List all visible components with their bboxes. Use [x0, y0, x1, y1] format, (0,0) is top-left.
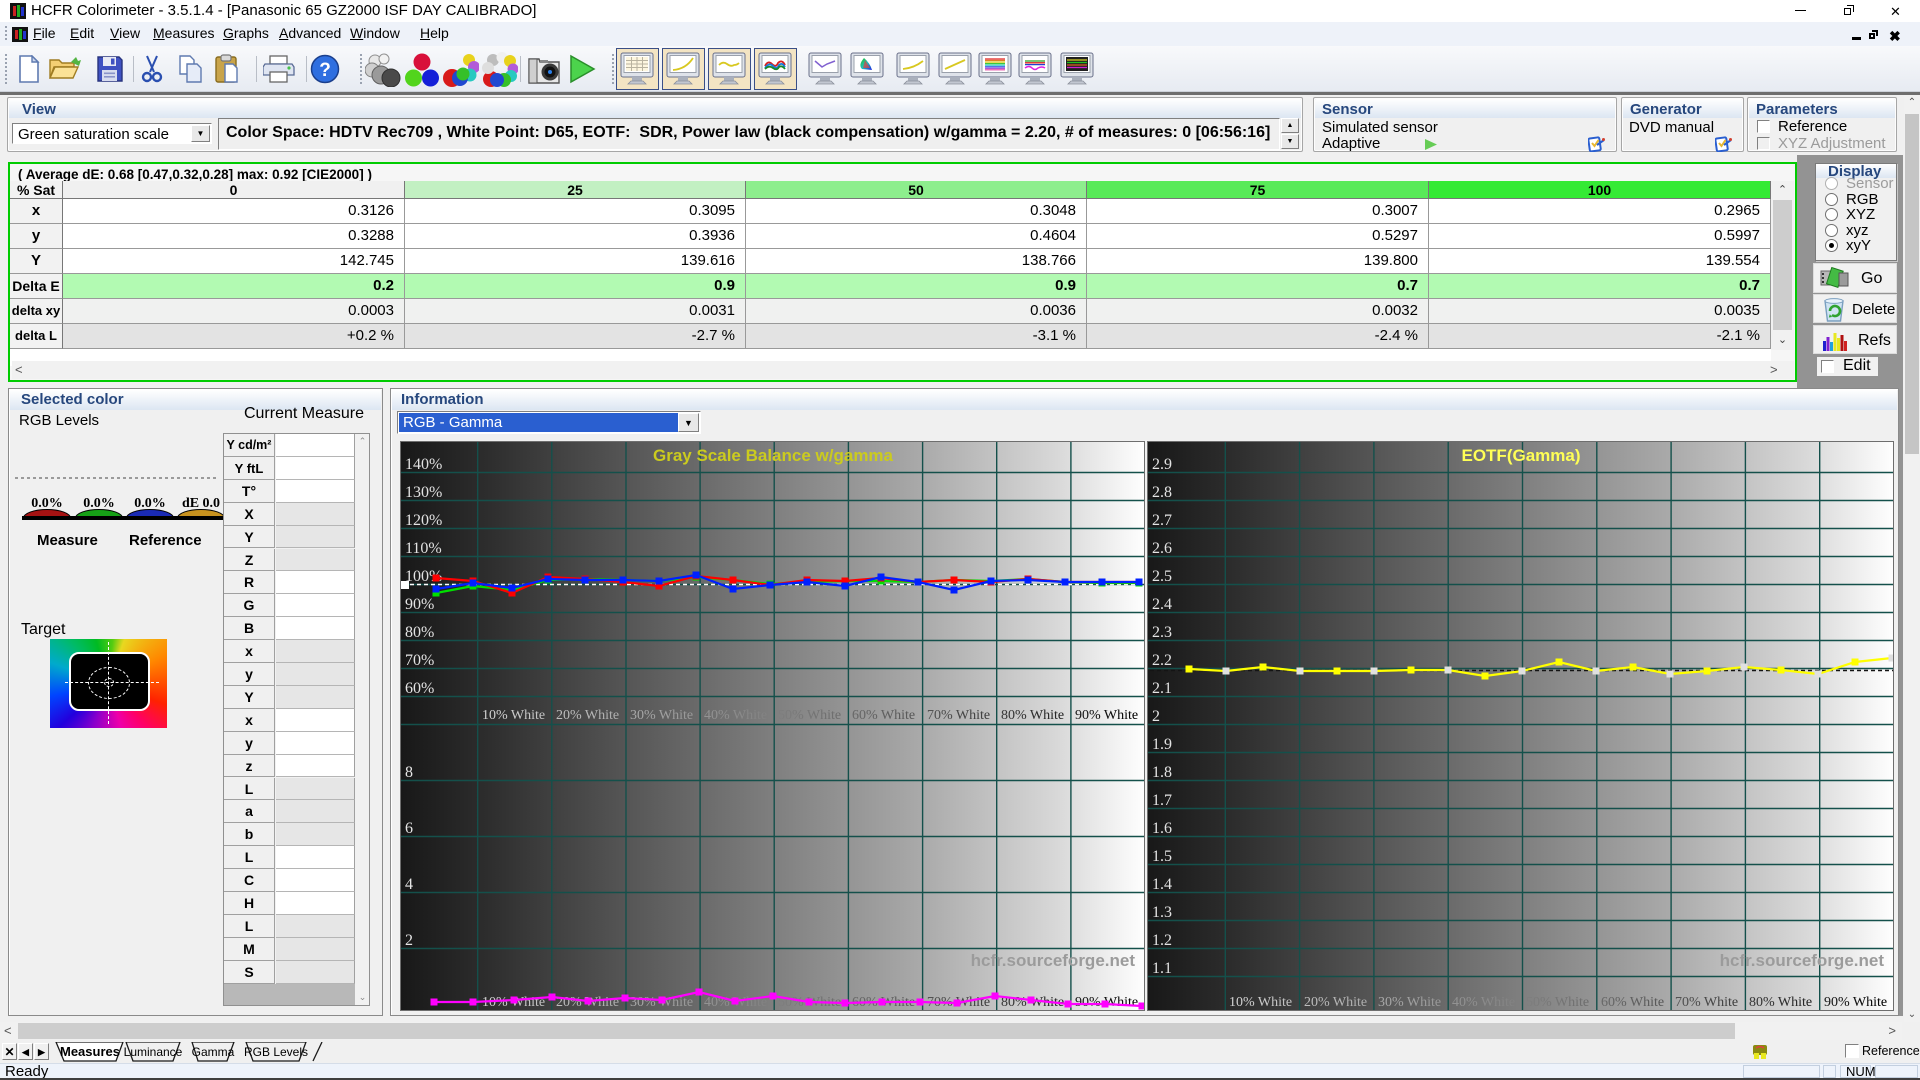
- svg-text:Luminance: Luminance: [124, 1045, 183, 1059]
- svg-text:hcfr.sourceforge.net: hcfr.sourceforge.net: [971, 951, 1136, 970]
- svg-text:2.5: 2.5: [1152, 568, 1172, 585]
- svg-text:1.5: 1.5: [1152, 848, 1172, 865]
- svg-text:70%: 70%: [405, 652, 434, 669]
- svg-text:140%: 140%: [405, 456, 442, 473]
- svg-text:2: 2: [405, 932, 413, 949]
- svg-text:Gamma: Gamma: [192, 1045, 235, 1059]
- svg-text:70% White: 70% White: [927, 708, 990, 723]
- svg-text:50% White: 50% White: [1526, 995, 1589, 1010]
- svg-text:1.2: 1.2: [1152, 932, 1172, 949]
- svg-text:Measures: Measures: [60, 1044, 120, 1059]
- svg-text:120%: 120%: [405, 512, 442, 529]
- svg-text:80% White: 80% White: [1001, 708, 1064, 723]
- svg-text:40% White: 40% White: [1452, 995, 1515, 1010]
- svg-text:90% White: 90% White: [1075, 708, 1138, 723]
- svg-text:60% White: 60% White: [1601, 995, 1664, 1010]
- svg-text:4: 4: [405, 876, 413, 893]
- svg-text:30% White: 30% White: [1378, 995, 1441, 1010]
- svg-text:1.6: 1.6: [1152, 820, 1172, 837]
- svg-text:90%: 90%: [405, 596, 434, 613]
- svg-text:130%: 130%: [405, 484, 442, 501]
- svg-text:EOTF(Gamma): EOTF(Gamma): [1461, 446, 1580, 465]
- svg-text:Gray Scale Balance w/gamma: Gray Scale Balance w/gamma: [653, 446, 894, 465]
- svg-text:1.4: 1.4: [1152, 876, 1172, 893]
- svg-text:20% White: 20% White: [556, 708, 619, 723]
- svg-text:60% White: 60% White: [852, 708, 915, 723]
- svg-text:80%: 80%: [405, 624, 434, 641]
- svg-text:6: 6: [405, 820, 413, 837]
- svg-text:10% White: 10% White: [1229, 995, 1292, 1010]
- svg-text:2.2: 2.2: [1152, 652, 1172, 669]
- svg-text:1.7: 1.7: [1152, 792, 1172, 809]
- svg-text:90% White: 90% White: [1824, 995, 1887, 1010]
- svg-text:20% White: 20% White: [1304, 995, 1367, 1010]
- svg-text:40% White: 40% White: [704, 708, 767, 723]
- svg-text:2.9: 2.9: [1152, 456, 1172, 473]
- svg-text:2.1: 2.1: [1152, 680, 1172, 697]
- svg-text:1.9: 1.9: [1152, 736, 1172, 753]
- svg-text:1.1: 1.1: [1152, 960, 1172, 977]
- svg-text:RGB Levels: RGB Levels: [244, 1045, 308, 1059]
- svg-text:1.8: 1.8: [1152, 764, 1172, 781]
- svg-text:2.7: 2.7: [1152, 512, 1172, 529]
- svg-text:2.8: 2.8: [1152, 484, 1172, 501]
- svg-text:2.6: 2.6: [1152, 540, 1172, 557]
- svg-text:1.3: 1.3: [1152, 904, 1172, 921]
- svg-text:2: 2: [1152, 708, 1160, 725]
- svg-text:2.3: 2.3: [1152, 624, 1172, 641]
- svg-text:60%: 60%: [405, 680, 434, 697]
- svg-text:30% White: 30% White: [630, 708, 693, 723]
- svg-text:2.4: 2.4: [1152, 596, 1172, 613]
- svg-text:110%: 110%: [405, 540, 442, 557]
- svg-text:10% White: 10% White: [482, 708, 545, 723]
- svg-text:70% White: 70% White: [1675, 995, 1738, 1010]
- svg-text:50% White: 50% White: [778, 708, 841, 723]
- svg-text:?: ?: [319, 60, 331, 81]
- svg-text:8: 8: [405, 764, 413, 781]
- svg-text:80% White: 80% White: [1749, 995, 1812, 1010]
- svg-text:hcfr.sourceforge.net: hcfr.sourceforge.net: [1720, 951, 1885, 970]
